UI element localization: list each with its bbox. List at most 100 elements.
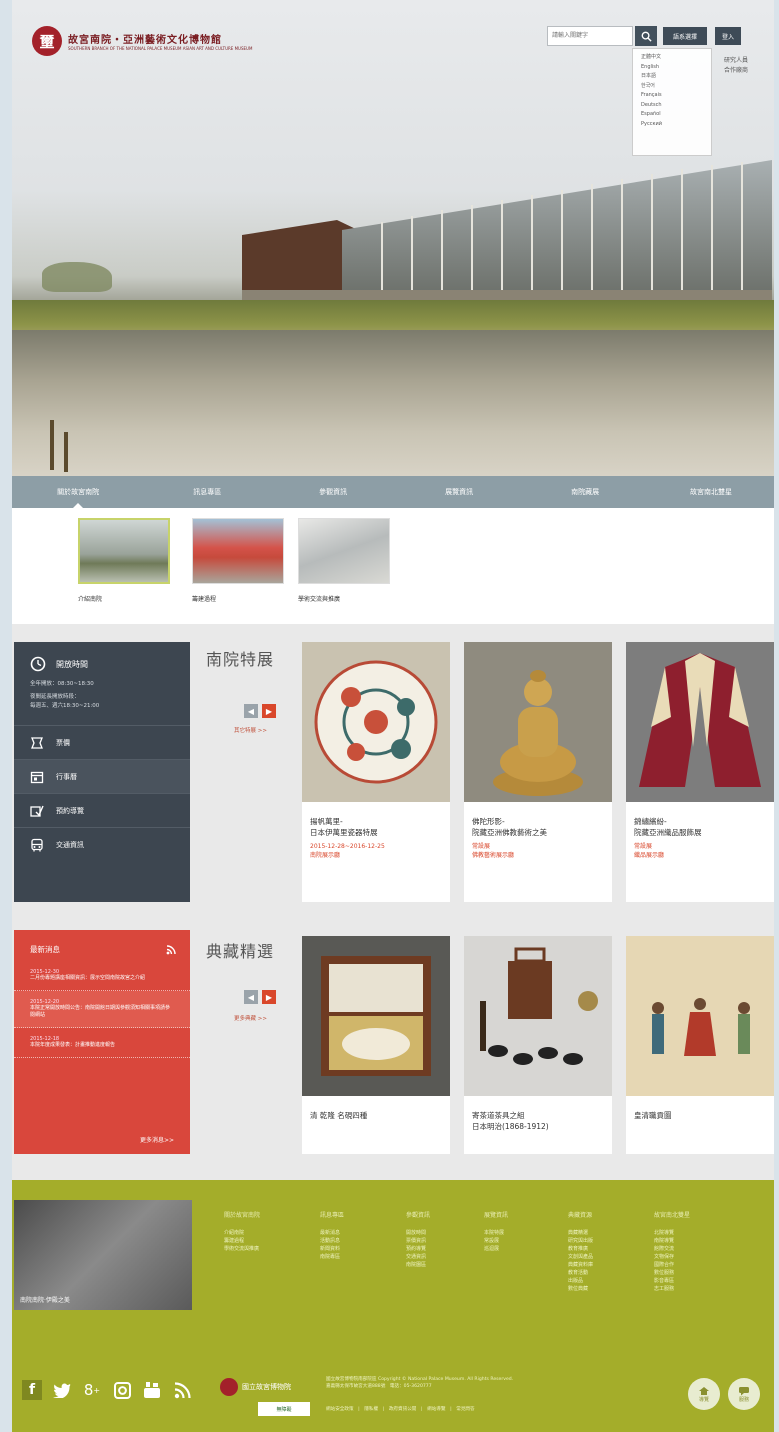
- google-plus-icon[interactable]: 8 +: [82, 1380, 102, 1400]
- footer-column-head[interactable]: 典藏資源: [568, 1210, 593, 1219]
- guide-round-button[interactable]: 導覽: [688, 1378, 720, 1410]
- nav-item-news[interactable]: 訊息專區: [144, 476, 270, 508]
- visit-link-calendar[interactable]: 行事曆: [14, 759, 190, 793]
- more-collection-link[interactable]: 更多典藏 >>: [234, 1014, 267, 1022]
- footer-link[interactable]: 本院特展: [484, 1229, 508, 1237]
- news-item[interactable]: 2015-12-18 本院年度成果發表：計畫推動進度報告: [14, 1028, 190, 1058]
- language-option[interactable]: English: [641, 63, 703, 73]
- footer-link[interactable]: 館際交流: [654, 1245, 690, 1253]
- footer-link[interactable]: 典藏資料庫: [568, 1261, 593, 1269]
- footer-link[interactable]: 活動訊息: [320, 1237, 344, 1245]
- footer-link[interactable]: 典藏精選: [568, 1229, 593, 1237]
- footer-link[interactable]: 文創與產品: [568, 1253, 593, 1261]
- subnav-item[interactable]: 籌建過程: [192, 518, 284, 603]
- footer-column-head[interactable]: 展覽資訊: [484, 1210, 508, 1219]
- footer-promo-image[interactable]: 南院南院‧伊殿之美: [14, 1200, 192, 1310]
- footer-link[interactable]: 教育推廣: [568, 1245, 593, 1253]
- nav-item-about[interactable]: 關於故宮南院: [12, 476, 144, 508]
- visit-link-transport[interactable]: 交通資訊: [14, 827, 190, 861]
- language-dropdown: 正體中文 English 日本語 한국어 Français Deutsch Es…: [632, 48, 712, 156]
- footer-link[interactable]: 交通資訊: [406, 1253, 430, 1261]
- footer-column-head[interactable]: 故宮南北雙星: [654, 1210, 690, 1219]
- facebook-icon[interactable]: f: [22, 1380, 42, 1400]
- nav-item-visit[interactable]: 參觀資訊: [270, 476, 396, 508]
- footer-link[interactable]: 南院導覽: [654, 1237, 690, 1245]
- exhibition-card[interactable]: 佛陀形影- 院藏亞洲佛教藝術之美 常設展 佛教藝術展示廳: [464, 642, 612, 902]
- footer-link[interactable]: 文物保存: [654, 1253, 690, 1261]
- news-item[interactable]: 2015-12-30 二月份專題講座相關資訊：展示空間南院故宮之介紹: [14, 961, 190, 991]
- exhibition-card[interactable]: 錦繡繽紛- 院藏亞洲織品服飾展 常設展 織品展示廳: [626, 642, 774, 902]
- footer-link[interactable]: 志工服務: [654, 1285, 690, 1293]
- nav-item-exhibitions[interactable]: 展覽資訊: [396, 476, 522, 508]
- footer-column-head[interactable]: 參觀資訊: [406, 1210, 430, 1219]
- footer-link[interactable]: 數位典藏: [568, 1285, 593, 1293]
- footer-museum-logo[interactable]: 國立故宮博物院: [220, 1378, 291, 1396]
- page: 壐 故宮南院‧亞洲藝術文化博物館 SOUTHERN BRANCH OF THE …: [12, 0, 774, 1432]
- chevron-left-icon: ◀: [247, 706, 255, 716]
- next-button[interactable]: ▶: [262, 990, 276, 1004]
- footer-link[interactable]: 新聞資料: [320, 1245, 344, 1253]
- footer-link[interactable]: 國際合作: [654, 1261, 690, 1269]
- search-input[interactable]: [547, 26, 633, 46]
- instagram-icon[interactable]: [112, 1380, 132, 1400]
- footer-link[interactable]: 學術交流與推廣: [224, 1245, 260, 1253]
- footer-link[interactable]: 巡迴展: [484, 1245, 508, 1253]
- footer-link[interactable]: 介紹南院: [224, 1229, 260, 1237]
- subnav-item[interactable]: 介紹南院: [78, 518, 170, 603]
- language-select-button[interactable]: 語系選擇: [663, 27, 707, 45]
- museum-logo[interactable]: 壐 故宮南院‧亞洲藝術文化博物館 SOUTHERN BRANCH OF THE …: [32, 26, 252, 56]
- footer-link[interactable]: 票價資訊: [406, 1237, 430, 1245]
- collection-card[interactable]: 寄茶道茶具之組 日本明治(1868-1912): [464, 936, 612, 1154]
- youtube-icon[interactable]: [142, 1380, 162, 1400]
- language-option[interactable]: Español: [641, 110, 703, 120]
- footer-column-head[interactable]: 關於故宮南院: [224, 1210, 260, 1219]
- accessibility-badge[interactable]: 無障礙: [258, 1402, 310, 1416]
- news-item[interactable]: 2015-12-20 本院正常開放時間公告：南院開館日期與參觀須知相關事項請參閱…: [14, 991, 190, 1028]
- footer-link[interactable]: 常設展: [484, 1237, 508, 1245]
- footer-link[interactable]: 南院專區: [320, 1253, 344, 1261]
- top-link[interactable]: 研究人員: [724, 56, 748, 66]
- footer-link[interactable]: 開放時間: [406, 1229, 430, 1237]
- footer-link[interactable]: 出版品: [568, 1277, 593, 1285]
- prev-button[interactable]: ◀: [244, 704, 258, 718]
- footer-link[interactable]: 研究與出版: [568, 1237, 593, 1245]
- footer-link[interactable]: 教育活動: [568, 1269, 593, 1277]
- footer-link[interactable]: 北院導覽: [654, 1229, 690, 1237]
- more-news-link[interactable]: 更多消息>>: [140, 1135, 174, 1144]
- twitter-icon[interactable]: [52, 1380, 72, 1400]
- language-option[interactable]: Русский: [641, 120, 703, 130]
- collection-card[interactable]: 皇清職貢圖: [626, 936, 774, 1154]
- language-option[interactable]: 正體中文: [641, 53, 703, 63]
- rss-icon[interactable]: [172, 1380, 192, 1400]
- next-button[interactable]: ▶: [262, 704, 276, 718]
- top-link[interactable]: 合作廠商: [724, 66, 748, 76]
- footer-link[interactable]: 最新消息: [320, 1229, 344, 1237]
- language-option[interactable]: Deutsch: [641, 101, 703, 111]
- subnav-item[interactable]: 學術交流與推廣: [298, 518, 390, 603]
- login-button[interactable]: 登入: [715, 27, 741, 45]
- rss-icon[interactable]: [166, 944, 176, 955]
- footer-link[interactable]: 預約導覽: [406, 1245, 430, 1253]
- search-button[interactable]: [635, 26, 657, 46]
- language-option[interactable]: Français: [641, 91, 703, 101]
- more-exhibitions-link[interactable]: 其它特展 >>: [234, 726, 267, 734]
- visit-link-tickets[interactable]: 票價: [14, 725, 190, 759]
- footer-column-head[interactable]: 訊息專區: [320, 1210, 344, 1219]
- language-option[interactable]: 日本語: [641, 72, 703, 82]
- footer-link[interactable]: 籌建過程: [224, 1237, 260, 1245]
- service-round-button[interactable]: 服務: [728, 1378, 760, 1410]
- inkstone-box-image: [321, 956, 431, 1076]
- nav-item-twin-stars[interactable]: 故宮南北雙星: [648, 476, 774, 508]
- visit-link-guided-tour[interactable]: 預約導覽: [14, 793, 190, 827]
- footer-policy-links[interactable]: 網站安全政策 | 隱私權 | 政府資訊公開 | 網站導覽 | 常見問答: [326, 1406, 475, 1412]
- footer-link[interactable]: 數位服務: [654, 1269, 690, 1277]
- footer-link[interactable]: 南院園區: [406, 1261, 430, 1269]
- language-option[interactable]: 한국어: [641, 82, 703, 92]
- collection-card[interactable]: 清 乾隆 名硯四種: [302, 936, 450, 1154]
- prev-button[interactable]: ◀: [244, 990, 258, 1004]
- footer-link[interactable]: 影音專區: [654, 1277, 690, 1285]
- nav-item-collection[interactable]: 南院藏展: [522, 476, 648, 508]
- top-toolbar: 語系選擇 登入: [547, 26, 741, 46]
- subnav-label: 籌建過程: [192, 596, 217, 603]
- exhibition-card[interactable]: 揚帆萬里- 日本伊萬里瓷器特展 2015-12-28~2016-12-25 南院展示…: [302, 642, 450, 902]
